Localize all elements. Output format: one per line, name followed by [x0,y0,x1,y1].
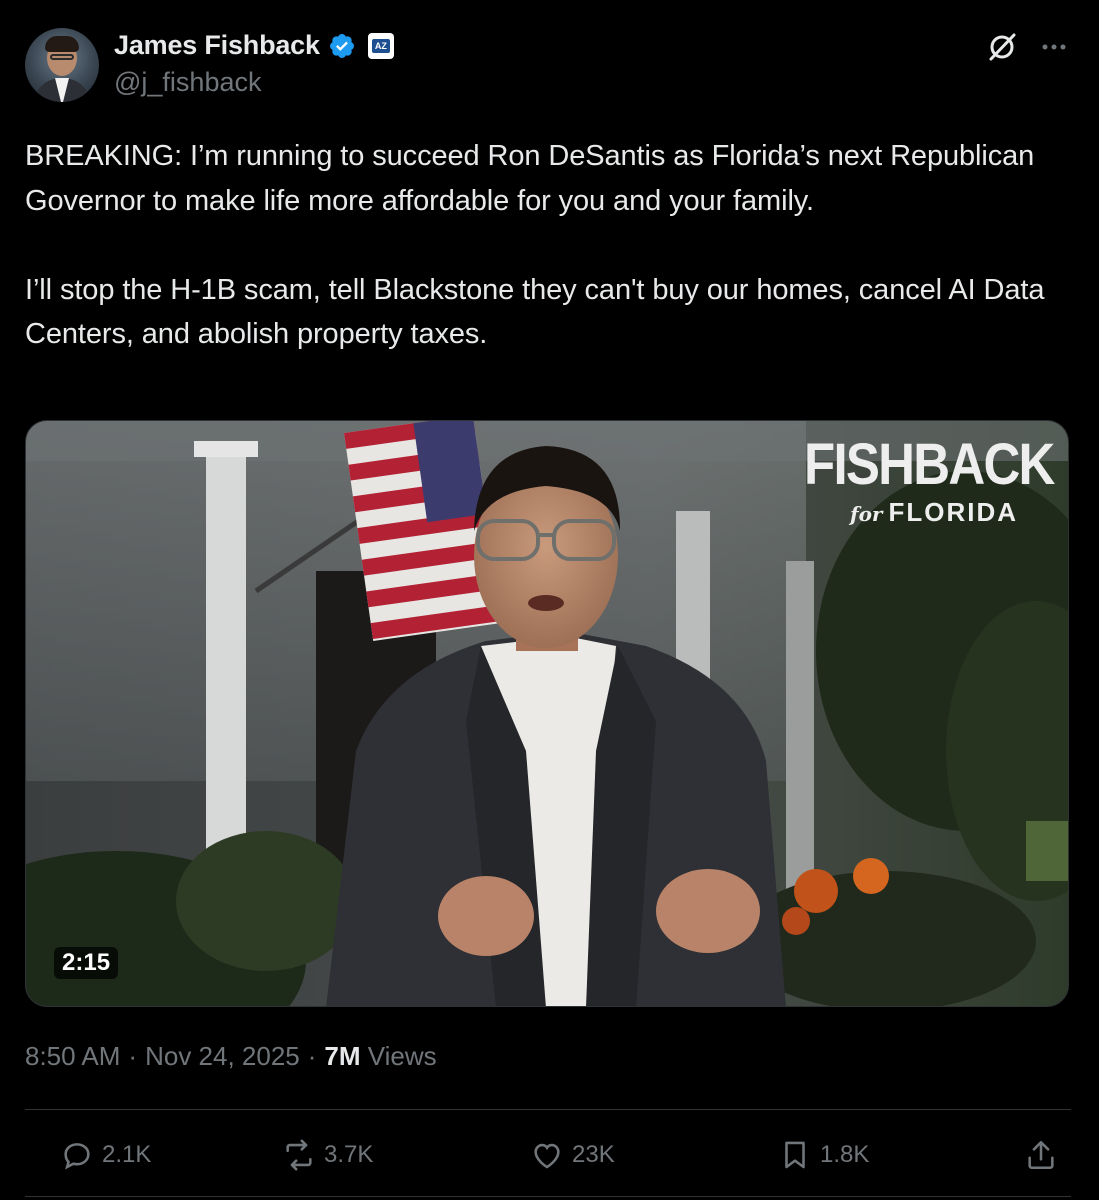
verified-badge-icon[interactable] [328,32,356,60]
tweet-time[interactable]: 8:50 AM [25,1041,120,1072]
views-label: Views [367,1041,437,1071]
reply-count: 2.1K [102,1141,152,1168]
bookmark-icon [785,1141,805,1169]
campaign-logo-state: FLORIDA [888,497,1018,527]
views-count: 7M [324,1041,361,1071]
bookmark-count: 1.8K [820,1141,870,1168]
campaign-logo-for: for [849,502,883,526]
views-stat[interactable]: 7M Views [324,1041,436,1072]
avatar[interactable] [25,28,99,102]
bookmark-button[interactable]: 1.8K [778,1138,869,1172]
video-duration-badge: 2:15 [54,947,119,979]
tweet-meta: 8:50 AM · Nov 24, 2025 · 7M Views [25,1041,437,1072]
repost-button[interactable]: 3.7K [282,1138,373,1172]
divider-bottom [25,1196,1071,1197]
avatar-glasses [50,54,74,60]
meta-separator-2: · [307,1041,317,1071]
share-icon [1028,1140,1054,1170]
action-bar: 2.1K 3.7K 23K 1.8K [0,1130,1099,1180]
author-name-row: James Fishback AZ [114,30,394,61]
repost-icon [286,1139,312,1171]
share-button[interactable] [1024,1138,1058,1172]
campaign-logo-sub: for FLORIDA [850,497,1018,528]
campaign-logo-main: FISHBACK [804,432,1055,497]
like-button[interactable]: 23K [530,1138,615,1172]
tweet-text: BREAKING: I’m running to succeed Ron DeS… [25,140,1045,350]
video-player[interactable]: FISHBACK for FLORIDA 2:15 [25,420,1069,1007]
author-handle[interactable]: @j_fishback [114,67,261,98]
more-icon[interactable] [1038,34,1070,60]
repost-count: 3.7K [324,1141,374,1168]
grok-icon[interactable] [985,30,1019,64]
reply-icon [64,1143,90,1170]
affiliation-badge[interactable]: AZ [367,32,394,59]
tweet-date[interactable]: Nov 24, 2025 [145,1041,300,1072]
like-count: 23K [572,1141,615,1168]
divider [25,1109,1071,1110]
meta-separator: · [128,1041,138,1071]
affiliation-badge-text: AZ [371,38,390,53]
like-icon [534,1143,560,1169]
author-display-name[interactable]: James Fishback [114,30,320,61]
avatar-hair [45,36,79,52]
reply-button[interactable]: 2.1K [60,1138,151,1172]
